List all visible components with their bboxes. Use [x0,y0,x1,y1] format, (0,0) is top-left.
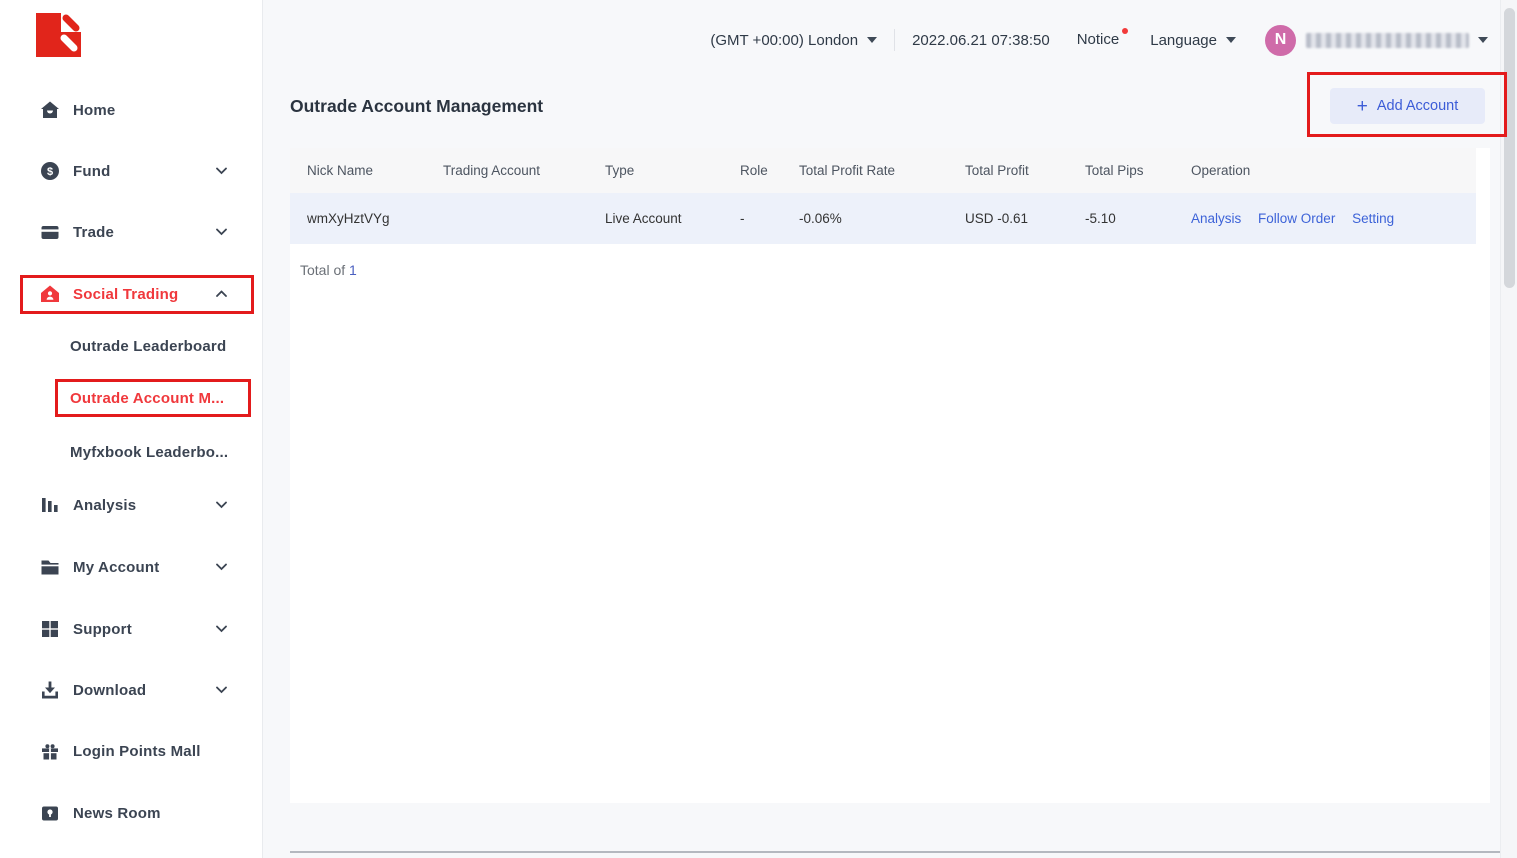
bottom-divider [290,851,1517,853]
cell-total-profit: USD -0.61 [948,211,1068,226]
sidebar-item-label: Myfxbook Leaderbo... [70,444,228,461]
sidebar-item-social-trading[interactable]: Social Trading [0,275,263,313]
sidebar-item-label: Login Points Mall [73,743,201,760]
scrollbar-thumb[interactable] [1504,8,1515,288]
sidebar-item-label: Trade [73,224,114,241]
sidebar-item-my-account[interactable]: My Account [0,548,263,586]
grid-squares-icon [40,619,60,639]
cell-total-pips: -5.10 [1068,211,1174,226]
column-header-total-profit-rate: Total Profit Rate [782,163,948,178]
datetime-label: 2022.06.21 07:38:50 [912,32,1050,49]
add-account-button[interactable]: + Add Account [1330,88,1485,124]
total-label: Total of [300,262,345,278]
sidebar-item-label: Fund [73,163,110,180]
timezone-selector[interactable]: (GMT +00:00) London [710,32,877,49]
language-label: Language [1150,32,1217,49]
column-header-total-profit: Total Profit [948,163,1068,178]
sidebar-item-label: News Room [73,805,161,822]
fund-dollar-icon: $ [40,161,60,181]
table-header-row: Nick Name Trading Account Type Role Tota… [290,148,1476,193]
setting-link[interactable]: Setting [1352,211,1394,226]
notice-label: Notice [1077,31,1120,48]
sidebar-item-trade[interactable]: Trade [0,213,263,251]
timezone-label: (GMT +00:00) London [710,32,858,49]
sidebar-item-label: Outrade Account M... [70,390,224,407]
sidebar-item-myfxbook-leaderboard[interactable]: Myfxbook Leaderbo... [0,433,263,471]
caret-down-icon [867,37,877,43]
chevron-up-icon [216,291,227,298]
folder-icon [40,557,60,577]
add-account-label: Add Account [1377,98,1458,114]
vertical-scrollbar[interactable] [1500,0,1517,858]
sidebar-item-download[interactable]: Download [0,671,263,709]
column-header-trading-account: Trading Account [426,163,588,178]
column-header-role: Role [723,163,782,178]
sidebar-item-label: Home [73,102,115,119]
notice-button[interactable]: Notice [1077,31,1120,49]
sidebar-item-news-room[interactable]: News Room [0,794,263,832]
sidebar-item-label: Outrade Leaderboard [70,338,226,355]
chevron-down-icon [216,168,227,175]
username-blurred [1306,33,1469,48]
language-selector[interactable]: Language [1150,32,1236,49]
cell-type: Live Account [588,211,723,226]
sidebar-item-label: Analysis [73,497,136,514]
cell-nick-name: wmXyHztVYg [290,211,426,226]
total-count: Total of 1 [300,262,357,278]
column-header-nick-name: Nick Name [290,163,426,178]
brand-logo-icon[interactable] [36,13,81,57]
sidebar-item-home[interactable]: Home [0,91,263,129]
gift-icon [40,741,60,761]
svg-text:$: $ [47,166,53,178]
chevron-down-icon [216,229,227,236]
table-card: Nick Name Trading Account Type Role Tota… [290,148,1490,803]
sidebar-item-label: My Account [73,559,159,576]
sidebar-item-analysis[interactable]: Analysis [0,486,263,524]
social-trading-house-icon [40,284,60,304]
home-icon [40,100,60,120]
download-icon [40,680,60,700]
table-row: wmXyHztVYg Live Account - -0.06% USD -0.… [290,193,1476,244]
trade-card-icon [40,222,60,242]
sidebar-item-support[interactable]: Support [0,610,263,648]
avatar[interactable]: N [1265,25,1296,56]
sidebar-item-fund[interactable]: $ Fund [0,152,263,190]
avatar-letter: N [1275,31,1287,49]
total-value: 1 [349,262,357,278]
caret-down-icon [1478,37,1488,43]
caret-down-icon [1226,37,1236,43]
chevron-down-icon [216,687,227,694]
cell-role: - [723,211,782,226]
sidebar-item-label: Download [73,682,146,699]
analysis-link[interactable]: Analysis [1191,211,1241,226]
column-header-operation: Operation [1174,163,1476,178]
main-content: (GMT +00:00) London 2022.06.21 07:38:50 … [263,0,1500,858]
chevron-down-icon [216,626,227,633]
topbar-divider [894,29,895,51]
sidebar-item-login-points-mall[interactable]: Login Points Mall [0,732,263,770]
sidebar-item-outrade-account-management[interactable]: Outrade Account M... [0,379,263,417]
user-menu[interactable] [1296,33,1488,48]
topbar: (GMT +00:00) London 2022.06.21 07:38:50 … [710,0,1488,80]
follow-order-link[interactable]: Follow Order [1258,211,1335,226]
cell-operation: Analysis Follow Order Setting [1174,211,1476,226]
page-title: Outrade Account Management [290,96,543,117]
chevron-down-icon [216,564,227,571]
chevron-down-icon [216,502,227,509]
sidebar-item-label: Support [73,621,132,638]
column-header-type: Type [588,163,723,178]
sidebar-item-outrade-leaderboard[interactable]: Outrade Leaderboard [0,327,263,365]
sidebar-item-label: Social Trading [73,286,178,303]
sidebar: Home $ Fund Trade Social Trading [0,0,263,858]
notice-badge-dot [1122,28,1128,34]
analysis-bars-icon [40,495,60,515]
column-header-total-pips: Total Pips [1068,163,1174,178]
plus-icon: + [1357,97,1368,116]
cell-total-profit-rate: -0.06% [782,211,948,226]
news-room-icon [40,803,60,823]
